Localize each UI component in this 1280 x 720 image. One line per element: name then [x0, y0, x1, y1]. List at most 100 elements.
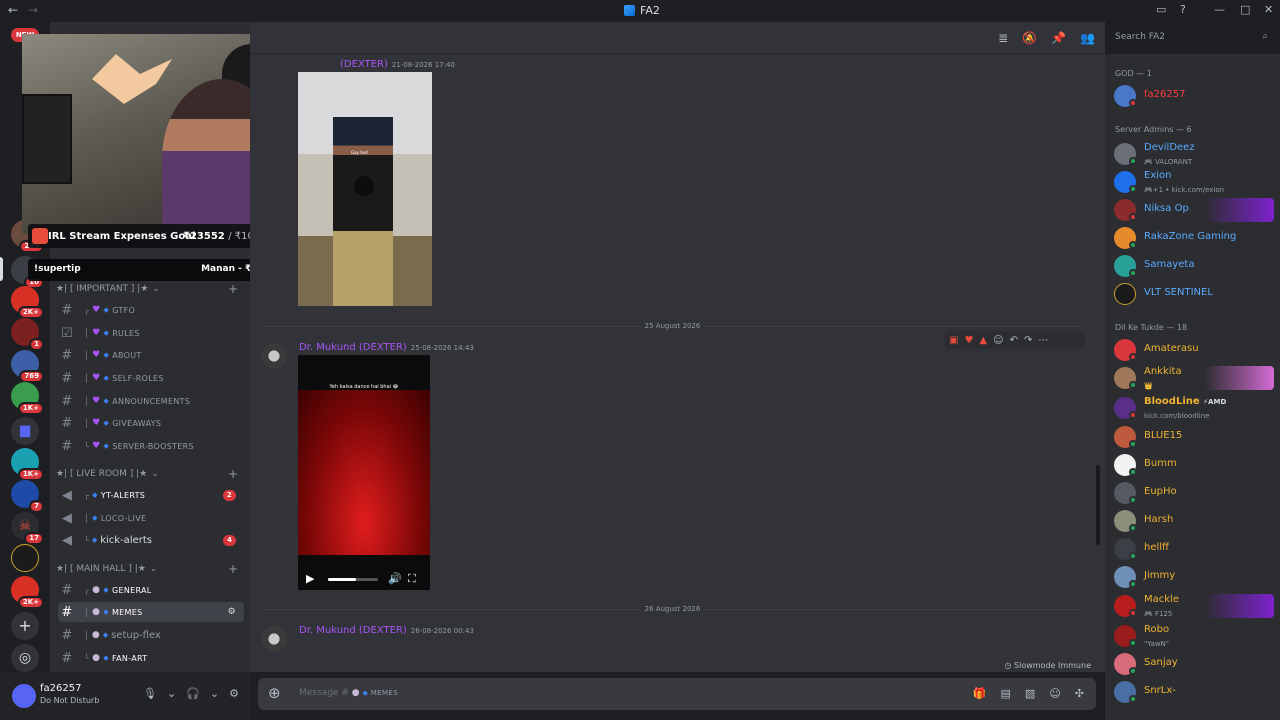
discover-icon[interactable]: ◎: [11, 644, 39, 672]
message-image[interactable]: Gay tee!: [298, 72, 432, 306]
member-item[interactable]: Amaterasu: [1114, 338, 1274, 362]
reaction-emoji[interactable]: ▲: [979, 335, 987, 346]
avatar[interactable]: [12, 684, 36, 708]
scrollbar[interactable]: [1096, 465, 1100, 545]
channel-kick-alerts[interactable]: ◀ ╰ ◆ kick-alerts 4: [58, 530, 244, 550]
channel-rules[interactable]: ☑ │ ♥ ◆ RULES: [58, 323, 244, 343]
member-item[interactable]: Jimmy: [1114, 565, 1274, 589]
member-item[interactable]: Mackle 🎮 F125: [1114, 594, 1274, 618]
server-icon[interactable]: 2K+: [11, 576, 44, 609]
add-channel-icon[interactable]: +: [228, 562, 238, 576]
gear-icon[interactable]: ⚙: [229, 687, 239, 700]
message-author[interactable]: Dr. Mukund (DEXTER) 25-08-2026 14:43: [299, 342, 474, 353]
apps-icon[interactable]: ✣: [1075, 687, 1084, 700]
server-icon[interactable]: [11, 544, 39, 572]
reaction-emoji[interactable]: ▣: [949, 335, 958, 346]
server-icon[interactable]: 1: [11, 318, 44, 351]
member-item[interactable]: DevilDeez 🎮 VALORANT: [1114, 142, 1274, 166]
member-item[interactable]: Samayeta: [1114, 254, 1274, 278]
add-server-icon[interactable]: +: [11, 612, 39, 640]
member-item[interactable]: Exion 🎮+1 • kick.com/exion: [1114, 170, 1274, 194]
reply-icon[interactable]: ↶: [1010, 335, 1018, 346]
channel-setup-flex[interactable]: # │ ● ◆ setup-flex: [58, 625, 244, 645]
member-item[interactable]: fa26257: [1114, 84, 1274, 108]
pin-icon[interactable]: 📌: [1051, 31, 1066, 45]
member-item[interactable]: Robo "YawN": [1114, 624, 1274, 648]
heart-icon[interactable]: ♥: [964, 335, 973, 346]
channel-self-roles[interactable]: # │ ♥ ◆ SELF-ROLES: [58, 368, 244, 388]
threads-icon[interactable]: ≣: [998, 31, 1008, 45]
channel-loco-live[interactable]: ◀ │ ◆ LOCO-LIVE: [58, 508, 244, 528]
mute-bell-icon[interactable]: 🔕: [1022, 31, 1037, 45]
member-item[interactable]: hellff: [1114, 537, 1274, 561]
message-author[interactable]: Dr. Mukund (DEXTER) 26-08-2026 00:43: [299, 625, 474, 636]
category-main-hall[interactable]: ★| [ MAIN HALL ] |★ ⌄ +: [56, 562, 246, 576]
member-item[interactable]: VLT SENTINEL: [1114, 282, 1274, 306]
category-important[interactable]: ★| [ IMPORTANT ] |★ ⌄ +: [56, 282, 246, 296]
help-icon[interactable]: ?: [1180, 3, 1186, 16]
category-live-room[interactable]: ★| [ LIVE ROOM ] |★ ⌄ +: [56, 467, 246, 481]
channel-yt-alerts[interactable]: ◀ ╭ ◆ YT-ALERTS 2: [58, 485, 244, 505]
sticker-icon[interactable]: ▧: [1025, 687, 1035, 700]
channel-server-boosters[interactable]: # ╰ ♥ ◆ SERVER-BOOSTERS: [58, 436, 244, 456]
server-icon[interactable]: 769: [11, 350, 44, 383]
member-item[interactable]: Niksa Op: [1114, 198, 1274, 222]
channel-settings-icon[interactable]: ⚙: [228, 607, 236, 617]
channel-announcements[interactable]: # │ ♥ ◆ ANNOUNCEMENTS: [58, 391, 244, 411]
avatar[interactable]: [261, 343, 287, 369]
member-item[interactable]: RakaZone Gaming: [1114, 226, 1274, 250]
member-list-icon[interactable]: 👥: [1080, 31, 1095, 45]
fullscreen-icon[interactable]: ⛶: [408, 572, 416, 586]
member-item[interactable]: Sanjay: [1114, 652, 1274, 676]
member-item[interactable]: Bumm: [1114, 453, 1274, 477]
channel-gtfo[interactable]: # ╭ ♥ ◆ GTFO: [58, 300, 244, 320]
folder-icon[interactable]: ▆: [11, 417, 39, 445]
channel-giveaways[interactable]: # │ ♥ ◆ GIVEAWAYS: [58, 413, 244, 433]
member-item[interactable]: BloodLine ⚡AMD kick.com/bloodline: [1114, 396, 1274, 420]
channel-fan-art[interactable]: # ╰ ● ◆ FAN-ART: [58, 648, 244, 668]
channel-about[interactable]: # │ ♥ ◆ ABOUT: [58, 345, 244, 365]
member-item[interactable]: Ankkita 👑: [1114, 366, 1274, 390]
server-icon[interactable]: ☠ 17: [11, 512, 44, 545]
megaphone-icon: ◀: [61, 487, 73, 503]
maximize-icon[interactable]: □: [1240, 3, 1250, 16]
headphones-icon[interactable]: 🎧: [186, 687, 200, 700]
play-icon[interactable]: ▶: [306, 572, 314, 585]
back-arrow-icon[interactable]: ←: [8, 3, 18, 17]
member-item[interactable]: BLUE15: [1114, 425, 1274, 449]
channel-memes[interactable]: # │ ● ◆ MEMES ⚙: [58, 602, 244, 622]
video-progress-bar[interactable]: [328, 578, 378, 581]
inbox-icon[interactable]: ▭: [1156, 3, 1166, 16]
channel-general[interactable]: # ╭ ● ◆ GENERAL: [58, 580, 244, 600]
video-player[interactable]: Yeh kaisa dance hai bhai 😂 ▶ 🔊 ⛶: [298, 355, 430, 590]
search-input[interactable]: Search FA2 ⌕: [1109, 28, 1274, 48]
message-input[interactable]: Message # ● ◆ MEMES: [299, 688, 398, 698]
microphone-icon[interactable]: 🎙: [143, 687, 157, 700]
message-author[interactable]: (DEXTER) 21-08-2026 17:40: [340, 59, 455, 70]
chevron-down-icon[interactable]: ⌄: [167, 687, 176, 700]
message-composer[interactable]: ⊕ Message # ● ◆ MEMES 🎁 ▤ ▧ ☺ ✣: [258, 678, 1096, 710]
play-icon[interactable]: [354, 176, 374, 196]
chevron-down-icon[interactable]: ⌄: [210, 687, 219, 700]
avatar[interactable]: [261, 626, 287, 652]
server-icon[interactable]: 2K+: [11, 286, 44, 319]
add-reaction-icon[interactable]: ☺: [993, 335, 1003, 346]
server-icon[interactable]: 1K+: [11, 448, 44, 481]
more-icon[interactable]: ⋯: [1038, 335, 1048, 346]
minimize-icon[interactable]: —: [1214, 3, 1225, 16]
member-item[interactable]: SnrLx-: [1114, 680, 1274, 704]
emoji-icon[interactable]: ☺: [1049, 687, 1060, 700]
add-channel-icon[interactable]: +: [228, 282, 238, 296]
forward-arrow-icon[interactable]: →: [28, 3, 38, 17]
add-attachment-icon[interactable]: ⊕: [268, 684, 281, 702]
server-icon[interactable]: 7: [11, 480, 44, 513]
volume-icon[interactable]: 🔊: [388, 572, 402, 585]
forward-icon[interactable]: ↷: [1024, 335, 1032, 346]
member-item[interactable]: Harsh: [1114, 509, 1274, 533]
add-channel-icon[interactable]: +: [228, 467, 238, 481]
member-item[interactable]: EupHo: [1114, 481, 1274, 505]
gift-icon[interactable]: 🎁: [973, 687, 987, 700]
close-icon[interactable]: ✕: [1264, 3, 1273, 16]
server-icon[interactable]: 1K+: [11, 382, 44, 415]
gif-icon[interactable]: ▤: [1001, 687, 1011, 700]
